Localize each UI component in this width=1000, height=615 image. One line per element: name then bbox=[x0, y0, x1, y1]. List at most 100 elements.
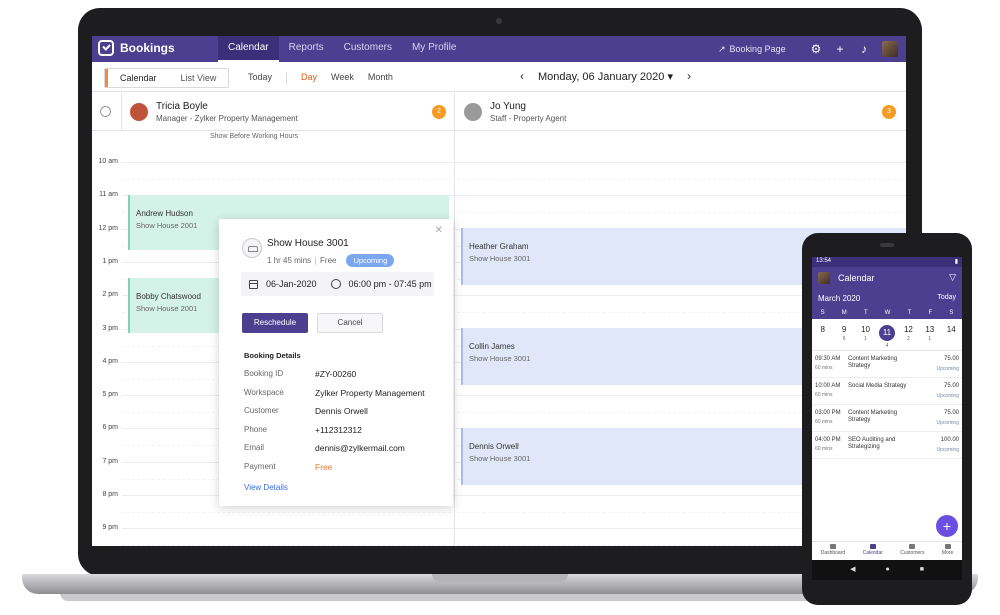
hour-label: 6 pm bbox=[102, 424, 118, 431]
hour-label: 7 pm bbox=[102, 458, 118, 465]
staff-tricia[interactable]: Tricia Boyle Manager - Zylker Property M… bbox=[130, 93, 298, 131]
date-number: 9 bbox=[841, 325, 847, 334]
tab-calendar-view[interactable]: Calendar bbox=[105, 69, 169, 87]
date-booking-count: 6 bbox=[842, 336, 846, 342]
staff-jo[interactable]: Jo Yung Staff - Property Agent bbox=[464, 93, 566, 131]
phone-appointment-row[interactable]: 09:30 AM 60 mins Content Marketing Strateg… bbox=[812, 351, 962, 378]
tab-list-view[interactable]: List View bbox=[169, 69, 229, 87]
phone-date-cell[interactable]: 13 1 bbox=[921, 319, 939, 350]
close-icon[interactable]: ✕ bbox=[435, 225, 443, 236]
phone-header: Calendar ▽ bbox=[812, 267, 962, 291]
hour-label: 9 pm bbox=[102, 524, 118, 531]
date-booking-count: 4 bbox=[885, 343, 889, 349]
filter-icon[interactable]: ▽ bbox=[949, 272, 956, 283]
weekday-label: T bbox=[907, 310, 912, 316]
popup-when: 06-Jan-2020 06:00 pm - 07:45 pm bbox=[241, 272, 434, 296]
appointment-duration: 60 mins bbox=[815, 392, 833, 398]
dashboard-icon bbox=[829, 544, 836, 549]
timezone-cell[interactable] bbox=[92, 93, 122, 131]
mode-day[interactable]: Day bbox=[301, 72, 317, 84]
weekday-label: W bbox=[884, 310, 891, 316]
bell-icon[interactable]: ♪ bbox=[858, 43, 870, 55]
date-navigator: ‹ Monday, 06 January 2020 ▾ › bbox=[520, 69, 691, 83]
app-name: Bookings bbox=[120, 41, 175, 55]
home-icon[interactable]: ● bbox=[885, 560, 889, 580]
phone-appointment-row[interactable]: 03:00 PM 60 mins Content Marketing Strateg… bbox=[812, 405, 962, 432]
user-avatar[interactable] bbox=[882, 41, 898, 57]
laptop-camera bbox=[496, 18, 502, 24]
appointment-price: 75.00 bbox=[943, 383, 959, 389]
status-time: 13:54 bbox=[816, 258, 832, 264]
appointment-duration: 60 mins bbox=[815, 419, 833, 425]
detail-value: Dennis Orwell bbox=[315, 406, 368, 416]
add-appointment-button[interactable]: + bbox=[936, 515, 958, 537]
appointment-status: Upcoming bbox=[936, 420, 959, 426]
phone-tab-bar: Dashboard Calendar Customers More bbox=[812, 541, 962, 560]
phone-appointment-list: 09:30 AM 60 mins Content Marketing Strateg… bbox=[812, 351, 962, 459]
appointment-status: Upcoming bbox=[936, 393, 959, 399]
detail-label: Payment bbox=[244, 461, 276, 471]
phone-today-button[interactable]: Today bbox=[937, 294, 956, 301]
calendar-toolbar: Calendar List View Today Day Week Month … bbox=[92, 62, 906, 92]
phone-appointment-row[interactable]: 10:00 AM 60 mins Social Media Strategy 75.0… bbox=[812, 378, 962, 405]
phone-tab-customers[interactable]: Customers bbox=[900, 542, 924, 560]
current-date[interactable]: Monday, 06 January 2020 ▾ bbox=[538, 70, 673, 83]
settings-icon[interactable]: ⚙ bbox=[810, 43, 822, 55]
laptop-notch bbox=[432, 574, 568, 582]
detail-label: Phone bbox=[244, 424, 268, 434]
show-before-hours-link[interactable]: Show Before Working Hours bbox=[210, 133, 298, 140]
day-grid: Show Before Working Hours 10 am 11 am 12 p… bbox=[92, 131, 906, 546]
popup-date: 06-Jan-2020 bbox=[266, 279, 317, 289]
customers-icon bbox=[909, 544, 916, 549]
phone-date-cell[interactable]: 11 4 bbox=[878, 319, 896, 350]
booking-page-link[interactable]: ↗ Booking Page bbox=[718, 36, 786, 62]
cancel-button[interactable]: Cancel bbox=[317, 313, 383, 333]
laptop-screen: Bookings Calendar Reports Customers My P… bbox=[92, 36, 906, 546]
nav-customers[interactable]: Customers bbox=[334, 36, 402, 62]
date-booking-count: 2 bbox=[907, 336, 910, 342]
recents-icon[interactable]: ■ bbox=[920, 560, 924, 580]
phone-dates: 8 9 6 10 1 11 4 12 2 13 1 14 bbox=[812, 319, 962, 351]
appointment-status: Upcoming bbox=[936, 447, 959, 453]
phone-appointment-row[interactable]: 04:00 PM 60 mins SEO Auditing and Strategi… bbox=[812, 432, 962, 459]
date-number: 12 bbox=[903, 325, 913, 334]
reschedule-button[interactable]: Reschedule bbox=[242, 313, 308, 333]
detail-label: Customer bbox=[244, 406, 279, 415]
phone-avatar[interactable] bbox=[818, 272, 830, 284]
phone-tab-more[interactable]: More bbox=[942, 542, 953, 560]
mode-today[interactable]: Today bbox=[248, 72, 272, 84]
phone-month[interactable]: March 2020 bbox=[818, 294, 860, 303]
brand[interactable]: Bookings bbox=[98, 40, 175, 56]
calendar-icon bbox=[249, 279, 258, 289]
mode-week[interactable]: Week bbox=[331, 72, 354, 84]
phone-tab-calendar[interactable]: Calendar bbox=[863, 542, 883, 560]
phone-date-cell[interactable]: 10 1 bbox=[857, 319, 875, 350]
back-icon[interactable]: ◀ bbox=[850, 560, 855, 580]
booking-count-badge: 3 bbox=[882, 105, 896, 119]
house-icon bbox=[242, 238, 262, 258]
weekday-label: S bbox=[820, 310, 825, 316]
android-nav-bar: ◀ ● ■ bbox=[812, 560, 962, 580]
phone-date-cell[interactable]: 96 bbox=[835, 319, 853, 350]
mode-month[interactable]: Month bbox=[368, 72, 393, 84]
nav-calendar[interactable]: Calendar bbox=[218, 36, 279, 62]
more-icon bbox=[944, 544, 951, 549]
phone-date-cell[interactable]: 8 bbox=[814, 319, 832, 350]
event-customer: Andrew Hudson bbox=[136, 209, 193, 218]
detail-label: Booking ID bbox=[244, 369, 284, 378]
tab-label: Calendar bbox=[862, 550, 883, 556]
phone-title: Calendar bbox=[838, 273, 875, 283]
prev-day-icon[interactable]: ‹ bbox=[520, 69, 524, 83]
phone-tab-dashboard[interactable]: Dashboard bbox=[821, 542, 845, 560]
phone-date-cell[interactable]: 12 2 bbox=[899, 319, 917, 350]
phone-date-cell[interactable]: 14 bbox=[942, 319, 960, 350]
meta-divider bbox=[315, 256, 317, 265]
staff-role: Manager - Zylker Property Management bbox=[156, 114, 298, 123]
phone-month-bar: March 2020 Today bbox=[812, 291, 962, 307]
next-day-icon[interactable]: › bbox=[687, 69, 691, 83]
nav-my-profile[interactable]: My Profile bbox=[402, 36, 466, 62]
add-icon[interactable]: + bbox=[834, 43, 846, 55]
detail-label: Email bbox=[244, 443, 265, 452]
nav-reports[interactable]: Reports bbox=[279, 36, 334, 62]
view-details-link[interactable]: View Details bbox=[244, 483, 288, 492]
